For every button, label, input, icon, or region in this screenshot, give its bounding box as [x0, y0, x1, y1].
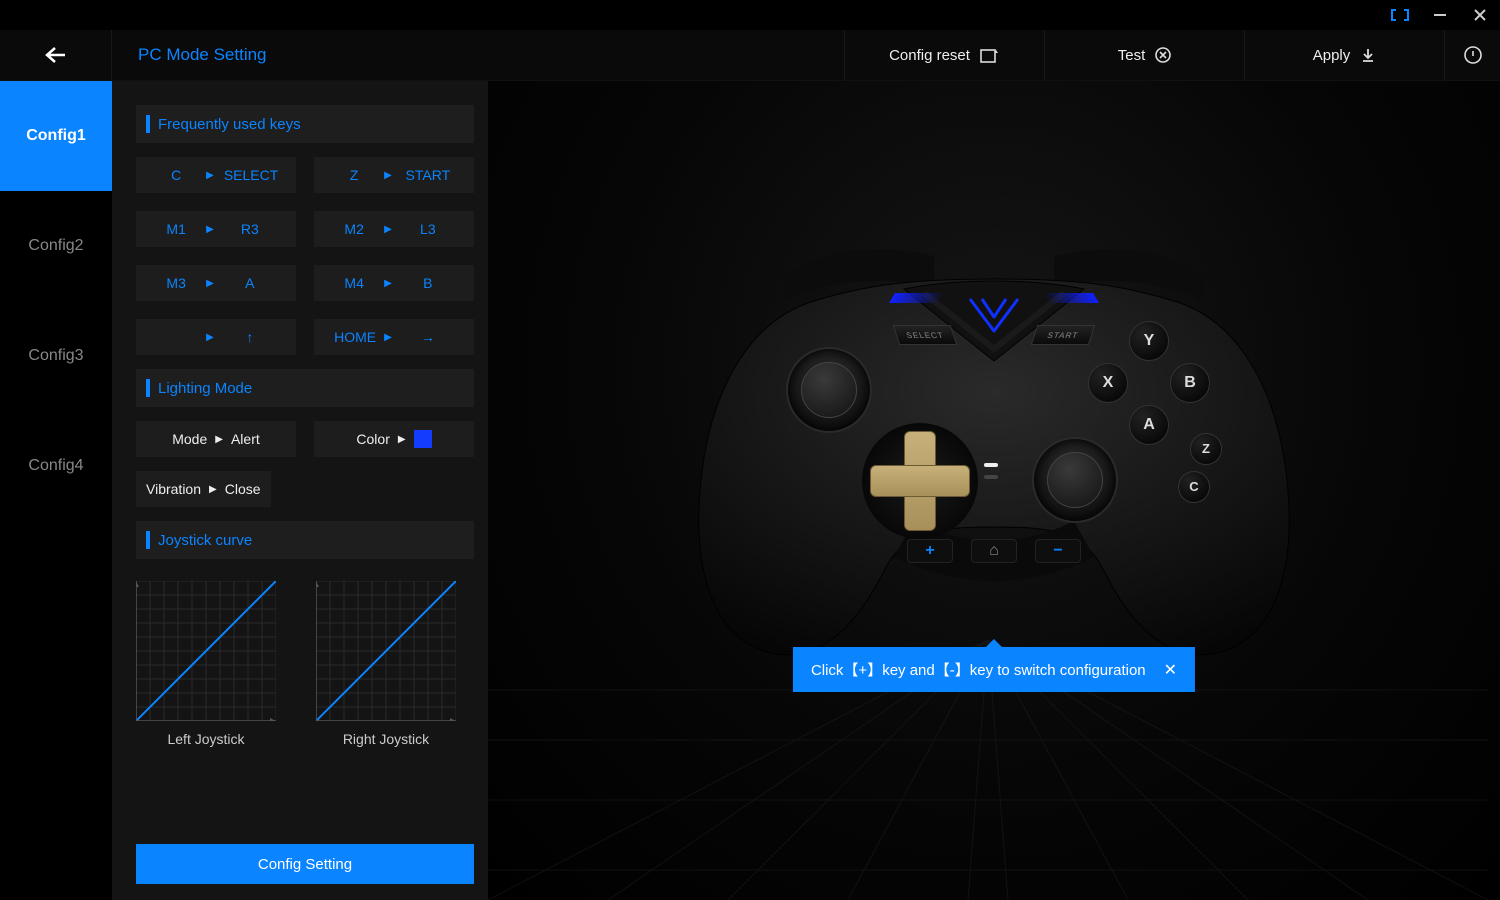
color-swatch: [414, 430, 432, 448]
config-tabs: Config1 Config2 Config3 Config4: [0, 81, 112, 900]
test-button[interactable]: Test: [1044, 30, 1244, 80]
b-button: B: [1170, 363, 1210, 403]
keymap-m2[interactable]: M2▶L3: [314, 211, 474, 247]
left-joystick-label: Left Joystick: [167, 731, 244, 747]
window-minimize-icon[interactable]: [1428, 3, 1452, 27]
minus-button: −: [1035, 539, 1081, 563]
keymap-m4[interactable]: M4▶B: [314, 265, 474, 301]
tooltip-close-icon[interactable]: ✕: [1164, 660, 1177, 680]
window-link-icon[interactable]: [1388, 3, 1412, 27]
settings-panel: Frequently used keys C▶SELECT Z▶START M1…: [112, 81, 488, 900]
window-close-icon[interactable]: [1468, 3, 1492, 27]
right-joystick-curve[interactable]: [316, 581, 456, 721]
switch-config-tooltip: Click【+】key and【-】key to switch configur…: [793, 647, 1195, 692]
keymap-m3[interactable]: M3▶A: [136, 265, 296, 301]
tab-config2[interactable]: Config2: [0, 191, 112, 301]
right-stick: [1032, 437, 1118, 523]
keymap-m1[interactable]: M1▶R3: [136, 211, 296, 247]
config-strip: + ⌂ −: [907, 539, 1081, 563]
back-button[interactable]: [0, 30, 112, 80]
section-joystick-curve: Joystick curve: [136, 521, 474, 559]
left-joystick-curve[interactable]: [136, 581, 276, 721]
a-button: A: [1129, 405, 1169, 445]
keymap-c[interactable]: C▶SELECT: [136, 157, 296, 193]
lighting-mode-select[interactable]: Mode▶Alert: [136, 421, 296, 457]
apply-button[interactable]: Apply: [1244, 30, 1444, 80]
x-button: X: [1088, 363, 1128, 403]
keymap-up[interactable]: ▶↑: [136, 319, 296, 355]
keymap-z[interactable]: Z▶START: [314, 157, 474, 193]
window-titlebar: [0, 0, 1500, 30]
vibration-select[interactable]: Vibration▶Close: [136, 471, 271, 507]
section-frequent-keys: Frequently used keys: [136, 105, 474, 143]
home-button: ⌂: [971, 539, 1017, 563]
config-reset-button[interactable]: Config reset: [844, 30, 1044, 80]
plus-button: +: [907, 539, 953, 563]
tab-config4[interactable]: Config4: [0, 411, 112, 521]
tab-config3[interactable]: Config3: [0, 301, 112, 411]
start-label: START: [1031, 325, 1095, 345]
dpad: [870, 431, 970, 531]
c-button: C: [1178, 471, 1210, 503]
right-joystick-label: Right Joystick: [343, 731, 429, 747]
lighting-color-select[interactable]: Color▶: [314, 421, 474, 457]
controller-stage: SELECT START Y X B A Z C + ⌂: [488, 81, 1500, 900]
info-button[interactable]: [1444, 30, 1500, 80]
select-label: SELECT: [893, 325, 957, 345]
keymap-grid: C▶SELECT Z▶START M1▶R3 M2▶L3 M3▶A M4▶B ▶…: [136, 157, 474, 355]
y-button: Y: [1129, 321, 1169, 361]
left-stick: [786, 347, 872, 433]
controller-preview: SELECT START Y X B A Z C + ⌂: [684, 231, 1304, 671]
page-title: PC Mode Setting: [112, 30, 672, 80]
tooltip-text: Click【+】key and【-】key to switch configur…: [811, 659, 1146, 680]
keymap-home[interactable]: HOME▶→: [314, 319, 474, 355]
top-toolbar: PC Mode Setting Config reset Test Apply: [0, 30, 1500, 81]
tab-config1[interactable]: Config1: [0, 81, 112, 191]
config-setting-button[interactable]: Config Setting: [136, 844, 474, 884]
section-lighting: Lighting Mode: [136, 369, 474, 407]
z-button: Z: [1190, 433, 1222, 465]
